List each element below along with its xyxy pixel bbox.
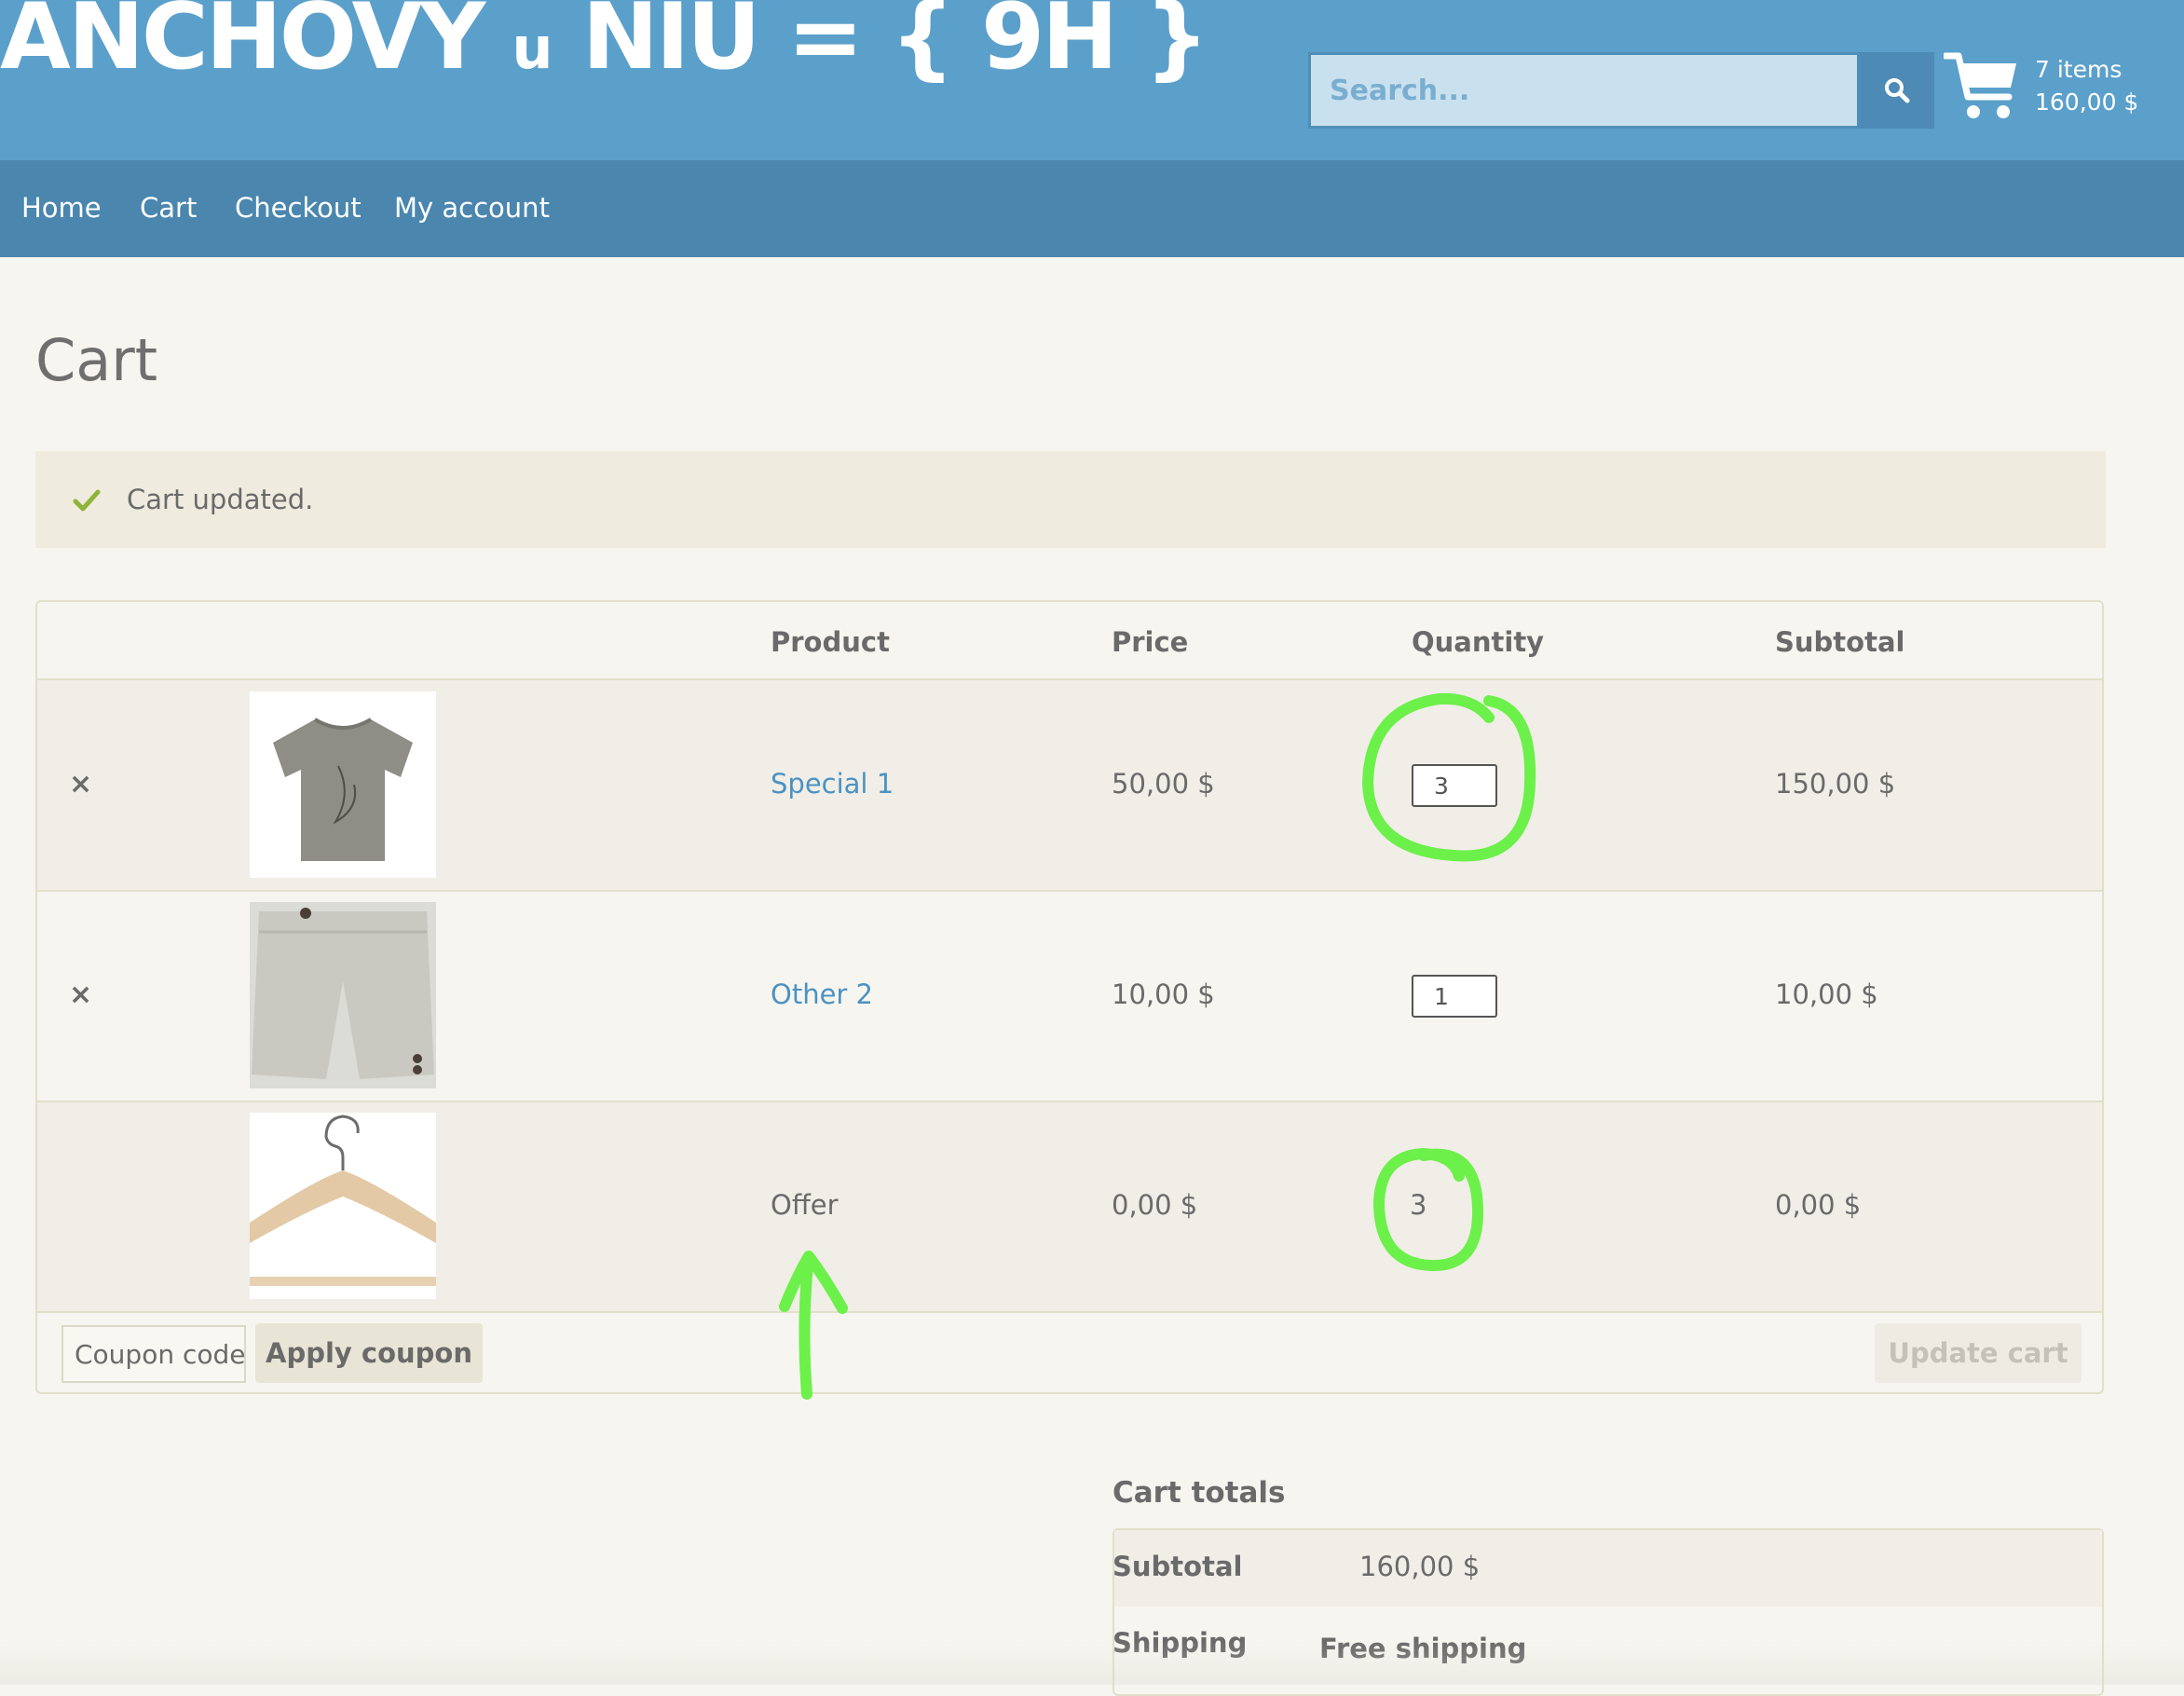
nav-item-cart[interactable]: Cart (140, 192, 197, 224)
cart-icon[interactable] (1944, 48, 2022, 125)
subtotal-cell: 150,00 $ (1775, 768, 1896, 800)
cart-updated-notice (35, 451, 2106, 548)
price-cell: 10,00 $ (1112, 978, 1215, 1010)
nav-item-checkout[interactable]: Checkout (235, 192, 362, 224)
price-cell: 0,00 $ (1112, 1189, 1198, 1221)
totals-subtotal-label: Subtotal (1112, 1551, 1243, 1582)
bottom-shadow (0, 1640, 2184, 1685)
site-title[interactable]: ANCHOVY u NIU = { 9H } (0, 0, 1209, 93)
grey-tshirt-image (273, 718, 413, 861)
site-title-part2: u (512, 14, 553, 82)
totals-subtotal-row (1114, 1530, 2102, 1607)
nav-item-my-account[interactable]: My account (394, 192, 550, 224)
quantity-value: 3 (1410, 1189, 1427, 1221)
apply-coupon-button[interactable]: Apply coupon (255, 1323, 483, 1383)
cart-header-total[interactable]: 160,00 $ (2035, 89, 2138, 116)
row-divider (37, 1311, 2102, 1313)
quantity-input[interactable] (1412, 975, 1497, 1018)
header-subtotal: Subtotal (1775, 626, 1905, 658)
product-link-other-2[interactable]: Other 2 (771, 978, 873, 1010)
subtotal-cell: 0,00 $ (1775, 1189, 1862, 1221)
check-icon (73, 489, 101, 512)
grey-shorts-image (250, 902, 436, 1088)
update-cart-button[interactable]: Update cart (1875, 1323, 2082, 1383)
subtotal-cell: 10,00 $ (1775, 978, 1878, 1010)
product-link-special-1[interactable]: Special 1 (771, 768, 894, 800)
header-quantity: Quantity (1412, 626, 1545, 658)
coupon-code-input[interactable] (61, 1325, 246, 1383)
cart-item-count[interactable]: 7 items (2035, 56, 2122, 83)
product-thumbnail (250, 1113, 436, 1299)
notice-message: Cart updated. (127, 484, 314, 515)
quantity-input[interactable] (1412, 764, 1497, 807)
product-thumbnail[interactable] (250, 691, 436, 878)
header-product: Product (771, 626, 890, 658)
search-button[interactable] (1860, 52, 1934, 129)
wooden-hanger-image (250, 1113, 436, 1299)
product-thumbnail[interactable] (250, 902, 436, 1088)
remove-item-button[interactable]: × (69, 768, 92, 800)
search-input[interactable] (1308, 52, 1860, 129)
page-title: Cart (35, 326, 158, 394)
search-icon (1885, 78, 1910, 103)
remove-item-button[interactable]: × (69, 978, 92, 1011)
header-price: Price (1112, 626, 1189, 658)
nav-item-home[interactable]: Home (21, 192, 102, 224)
site-title-part1: ANCHOVY (0, 0, 485, 90)
site-title-part3: NIU = { 9H } (581, 0, 1209, 90)
cart-totals-title: Cart totals (1112, 1476, 1286, 1510)
product-name-offer: Offer (771, 1189, 839, 1221)
price-cell: 50,00 $ (1112, 768, 1215, 800)
totals-subtotal-value: 160,00 $ (1359, 1551, 1481, 1582)
